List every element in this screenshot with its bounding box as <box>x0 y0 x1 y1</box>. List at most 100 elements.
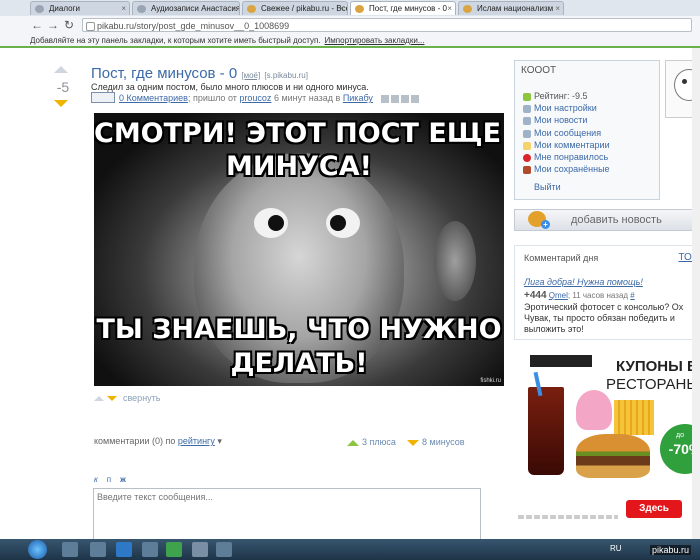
downvote-icon[interactable] <box>54 100 68 107</box>
gear-icon <box>523 104 531 113</box>
close-icon[interactable]: × <box>121 2 126 15</box>
user-link-news[interactable]: Мои новости <box>523 115 587 125</box>
baby-eye-left <box>254 208 288 238</box>
upvote-small-icon[interactable] <box>94 396 104 402</box>
forward-icon[interactable]: → <box>46 18 60 32</box>
comment-time: ; 11 часов назад <box>567 291 629 300</box>
comment-of-day-text: Эротический фотосет с консолью? Ох Чувак… <box>524 302 684 334</box>
tab-label: Ислам национализм <box>477 4 554 13</box>
close-icon[interactable]: × <box>447 2 452 15</box>
user-link-liked[interactable]: Мне понравилось <box>523 152 608 162</box>
user-link-messages[interactable]: Мои сообщения <box>523 128 601 138</box>
taskbar: RU <box>0 539 700 560</box>
new-tag[interactable]: [моё] <box>241 71 260 80</box>
post-description: Следил за одним постом, было много плюсо… <box>91 82 369 92</box>
close-icon[interactable]: × <box>339 2 344 15</box>
save-icon[interactable] <box>381 94 390 103</box>
tab-fresh[interactable]: Свежее / pikabu.ru - Все × <box>242 1 348 15</box>
baby-ear <box>434 221 476 301</box>
collapse-link[interactable]: свернуть <box>123 393 160 403</box>
posted-prefix: ; пришло от <box>187 93 237 103</box>
heart-icon <box>523 153 531 162</box>
comments-count: комментарии (0) по <box>94 436 176 446</box>
tab-label: Свежее / pikabu.ru - Все <box>261 4 348 13</box>
format-strike-button[interactable]: п <box>107 475 111 484</box>
post-source: [s.pikabu.ru] <box>264 71 308 80</box>
comment-hash-link[interactable]: # <box>630 291 634 300</box>
vk-icon <box>35 5 44 13</box>
comment-badge-icon[interactable] <box>91 92 115 104</box>
reload-icon[interactable]: ↻ <box>62 18 76 32</box>
meme-top-line2: МИНУСА! <box>226 151 372 182</box>
tab-label: Диалоги <box>49 4 80 13</box>
ice-cream-icon <box>576 390 612 430</box>
user-link-settings[interactable]: Мои настройки <box>523 103 597 113</box>
minus-icon <box>407 439 419 446</box>
ad-fine-print <box>518 515 618 519</box>
vk-icon <box>137 5 146 13</box>
meme-bottom-line2: ДЕЛАТЬ! <box>230 348 368 379</box>
user-link-label: Мои настройки <box>534 103 597 113</box>
envelope-icon <box>523 129 531 138</box>
comments-link[interactable]: 0 Комментариев <box>119 93 188 103</box>
scrollbar[interactable] <box>692 48 700 539</box>
add-news-label: добавить новость <box>571 214 662 226</box>
ad-button[interactable]: Здесь <box>626 500 682 518</box>
tab-islam[interactable]: Ислам национализм × <box>458 1 564 15</box>
import-bookmarks-link[interactable]: Импортировать закладки... <box>325 36 425 45</box>
upvote-icon[interactable] <box>54 66 68 73</box>
chevron-down-icon[interactable]: ▾ <box>217 436 222 446</box>
media-icon[interactable] <box>142 542 158 557</box>
post-meta: 0 Комментариев; пришло от proucoz 6 мину… <box>91 92 420 104</box>
facebook-icon[interactable] <box>391 94 400 103</box>
format-bold-button[interactable]: ж <box>120 475 126 484</box>
close-icon[interactable]: × <box>555 2 560 15</box>
sort-dropdown[interactable]: рейтингу <box>178 436 215 446</box>
ad-logo-icon <box>530 355 592 367</box>
rating-row: Рейтинг: -9.5 <box>523 91 588 101</box>
plus-icon: + <box>541 220 550 229</box>
tab-dialogs[interactable]: Диалоги × <box>30 1 130 15</box>
chrome-window-icon[interactable] <box>192 542 208 557</box>
format-toolbar: кпж <box>94 475 135 484</box>
user-link-comments[interactable]: Мои комментарии <box>523 140 610 150</box>
vk-share-icon[interactable] <box>401 94 410 103</box>
comment-of-day-meta: +444 Qmel; 11 часов назад # <box>524 290 635 301</box>
language-indicator[interactable]: RU <box>610 544 622 553</box>
downvote-small-icon[interactable] <box>107 396 117 402</box>
discount-prefix: до <box>676 432 684 439</box>
back-icon[interactable]: ← <box>30 18 44 32</box>
meme-bottom-line1: ТЫ ЗНАЕШЬ, ЧТО НУЖНО <box>96 314 502 345</box>
add-news-button[interactable]: + добавить новость <box>514 209 700 231</box>
start-button[interactable] <box>28 540 47 559</box>
close-icon[interactable]: × <box>231 2 236 15</box>
post-title-text[interactable]: Пост, где минусов - 0 <box>91 65 237 82</box>
comment-author-link[interactable]: Qmel <box>549 291 568 300</box>
format-italic-button[interactable]: к <box>94 475 98 484</box>
twitter-icon[interactable] <box>411 94 420 103</box>
tab-post[interactable]: Пост, где минусов - 0 × <box>350 1 456 15</box>
news-icon <box>523 116 531 125</box>
ie-icon[interactable] <box>116 542 132 557</box>
username[interactable]: КОООТ <box>521 65 556 76</box>
tab-audio[interactable]: Аудиозаписи Анастасия × <box>132 1 240 15</box>
rating-icon <box>523 92 531 101</box>
pikabu-icon <box>247 5 256 13</box>
ad-title2: РЕСТОРАНЫ <box>606 376 700 393</box>
explorer-icon[interactable] <box>62 542 78 557</box>
folder-icon[interactable] <box>90 542 106 557</box>
url-input[interactable]: pikabu.ru/story/post_gde_minusov__0_1008… <box>82 18 692 32</box>
post-title[interactable]: Пост, где минусов - 0 [моё] [s.pikabu.ru… <box>91 65 308 82</box>
chrome-icon[interactable] <box>166 542 182 557</box>
site-link[interactable]: Пикабу <box>343 93 373 103</box>
bookmarks-text: Добавляйте на эту панель закладки, к кот… <box>30 36 321 45</box>
author-link[interactable]: proucoz <box>239 93 271 103</box>
meme-top-line1: СМОТРИ! ЭТОТ ПОСТ ЕЩЕ БЕЗ <box>94 118 504 149</box>
comment-score: +444 <box>524 290 547 301</box>
ad-banner[interactable]: КУПОНЫ В РЕСТОРАНЫ -70% до Здесь <box>514 352 700 528</box>
logout-link[interactable]: Выйти <box>534 182 561 192</box>
comment-of-day-post-link[interactable]: Лига добра! Нужна помощь! <box>524 277 643 287</box>
post-score: -5 <box>56 79 70 95</box>
app-icon[interactable] <box>216 542 232 557</box>
user-link-saved[interactable]: Мои сохранённые <box>523 164 610 174</box>
